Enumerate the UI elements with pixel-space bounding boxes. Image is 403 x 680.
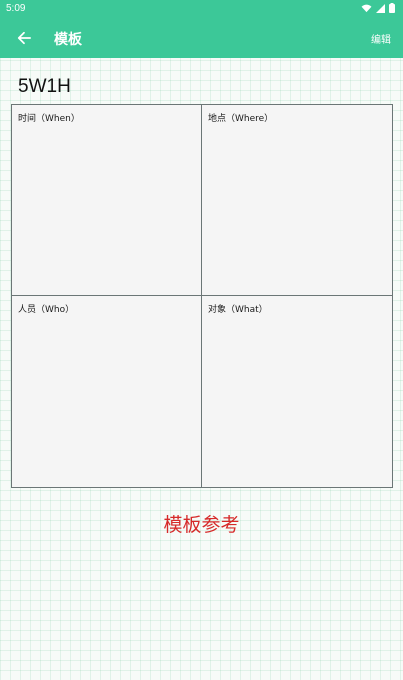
cell-when: 时间（When） <box>12 105 202 296</box>
app-bar: 模板 编辑 <box>0 18 403 58</box>
arrow-left-icon <box>17 31 31 45</box>
cell-label: 时间（When） <box>18 114 80 124</box>
cell-where: 地点（Where） <box>202 105 392 296</box>
cell-label: 对象（What） <box>208 305 268 315</box>
status-time: 5:09 <box>6 3 26 14</box>
battery-icon <box>389 3 395 13</box>
back-button[interactable] <box>14 28 34 48</box>
edit-button[interactable]: 编辑 <box>371 31 391 46</box>
template-grid: 时间（When） 地点（Where） 人员（Who） 对象（What） <box>11 104 393 488</box>
template-title: 5W1H <box>18 76 71 97</box>
status-bar: 5:09 <box>0 0 403 18</box>
cell-who: 人员（Who） <box>12 296 202 487</box>
cell-label: 地点（Where） <box>208 114 274 124</box>
status-icons <box>361 3 395 13</box>
wifi-icon <box>361 4 372 12</box>
signal-icon <box>376 3 385 13</box>
cell-what: 对象（What） <box>202 296 392 487</box>
template-reference-label: 模板参考 <box>163 514 240 536</box>
app-title: 模板 <box>54 32 82 48</box>
cell-label: 人员（Who） <box>18 305 75 315</box>
